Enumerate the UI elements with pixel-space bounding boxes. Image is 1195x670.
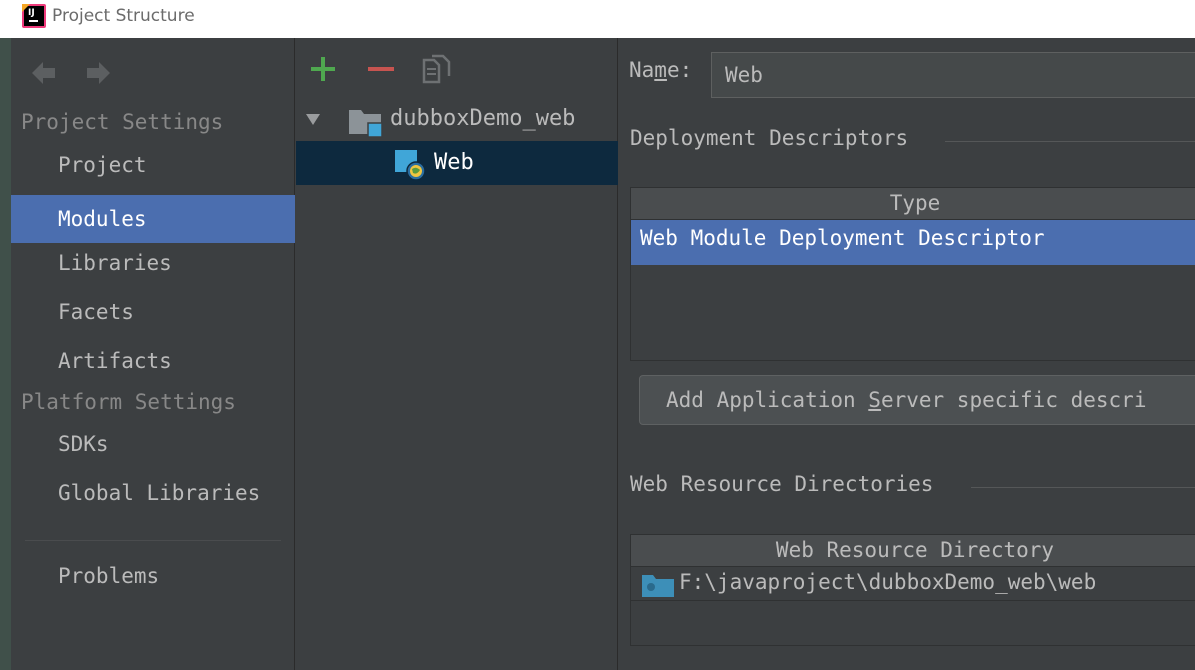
forward-arrow-icon[interactable] (84, 58, 114, 88)
sidebar-item-problems[interactable]: Problems (11, 552, 295, 600)
button-label-part: erver specific descri (880, 388, 1147, 412)
platform-settings-header: Platform Settings (21, 390, 236, 414)
remove-module-button[interactable] (366, 54, 396, 84)
window-title: Project Structure (52, 6, 195, 26)
web-facet-icon (395, 150, 426, 181)
add-module-button[interactable] (308, 54, 338, 84)
plus-icon (311, 57, 335, 81)
module-tree-panel: dubboxDemo_web Web (296, 38, 618, 670)
expand-arrow-icon[interactable] (304, 110, 322, 128)
sidebar-item-modules[interactable]: Modules (11, 195, 295, 243)
copy-icon (422, 54, 451, 84)
button-label-part: Add Application (666, 388, 869, 412)
facet-details-panel: Name: Deployment Descriptors Type Web Mo… (619, 38, 1195, 670)
sidebar-item-project[interactable]: Project (11, 141, 295, 189)
minus-icon (368, 67, 394, 71)
project-settings-header: Project Settings (21, 110, 224, 134)
table-column-header-type[interactable]: Type (631, 188, 1195, 220)
table-row[interactable]: F:\javaproject\dubboxDemo_web\web (631, 567, 1195, 601)
tree-node-dubboxdemo-web[interactable]: dubboxDemo_web (296, 100, 618, 140)
table-row[interactable]: Web Module Deployment Descriptor (631, 220, 1195, 265)
folder-icon (642, 575, 674, 597)
module-folder-icon (349, 110, 383, 138)
title-bar[interactable]: IJ Project Structure (0, 0, 1195, 38)
sidebar-item-artifacts[interactable]: Artifacts (11, 337, 295, 385)
name-label-part: e: (666, 58, 693, 82)
copy-module-button[interactable] (422, 54, 452, 84)
name-input[interactable] (711, 52, 1195, 98)
web-resource-directories-title: Web Resource Directories (630, 472, 934, 496)
name-label-mnemonic: m (654, 58, 667, 82)
table-column-header-web-resource-directory[interactable]: Web Resource Directory (631, 535, 1195, 567)
settings-sidebar: Project Settings Project Modules Librari… (11, 38, 295, 670)
add-server-descriptor-button[interactable]: Add Application Server specific descri (639, 375, 1195, 425)
sidebar-item-libraries[interactable]: Libraries (11, 239, 295, 287)
sidebar-item-sdks[interactable]: SDKs (11, 420, 295, 468)
intellij-logo-icon: IJ (22, 4, 46, 28)
back-arrow-icon[interactable] (28, 58, 58, 88)
web-resource-directories-table[interactable]: Web Resource Directory F:\javaproject\du… (630, 534, 1195, 646)
button-label-mnemonic: S (868, 388, 881, 412)
deployment-descriptors-table[interactable]: Type Web Module Deployment Descriptor (630, 187, 1195, 361)
sidebar-divider (25, 540, 281, 541)
web-resource-path: F:\javaproject\dubboxDemo_web\web (679, 570, 1097, 594)
sidebar-item-facets[interactable]: Facets (11, 288, 295, 336)
name-label-part: Na (629, 58, 655, 82)
tree-node-web[interactable]: Web (296, 141, 618, 185)
tree-node-label: Web (434, 150, 474, 175)
desktop-background (0, 38, 11, 670)
section-divider (945, 141, 1195, 142)
tree-node-label: dubboxDemo_web (390, 106, 576, 131)
name-label: Name: (629, 58, 692, 82)
sidebar-item-global-libraries[interactable]: Global Libraries (11, 469, 295, 517)
deployment-descriptors-title: Deployment Descriptors (630, 126, 909, 150)
section-divider (971, 487, 1195, 488)
